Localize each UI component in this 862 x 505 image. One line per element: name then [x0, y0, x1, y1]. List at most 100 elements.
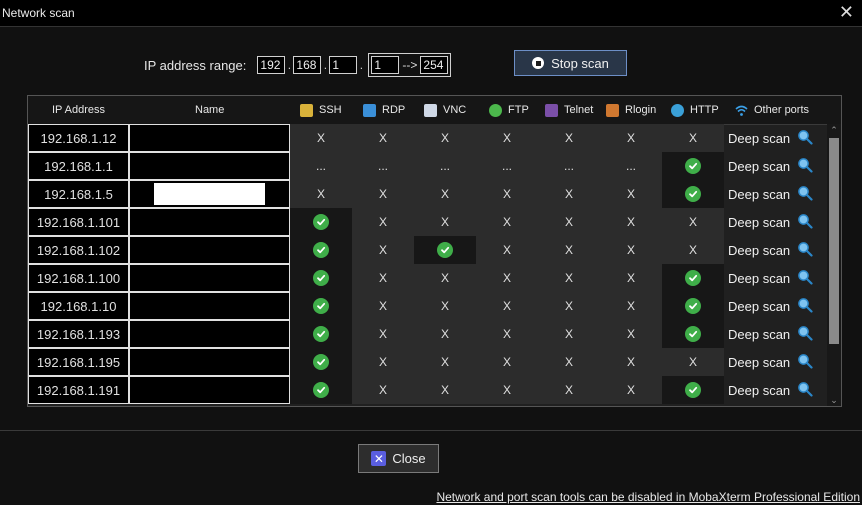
deep-scan-button[interactable]: Deep scan — [728, 124, 826, 152]
checkmark-icon — [313, 214, 329, 230]
pro-edition-link[interactable]: Network and port scan tools can be disab… — [436, 490, 860, 504]
name-cell — [129, 124, 290, 152]
deep-scan-button[interactable]: Deep scan — [728, 376, 826, 404]
scroll-up-icon[interactable]: ⌃ — [827, 124, 841, 136]
port-status-text: ... — [439, 159, 450, 173]
ip-octet-3-field[interactable] — [329, 56, 358, 74]
ssh-status-cell[interactable] — [290, 292, 352, 320]
column-header-telnet[interactable]: Telnet — [545, 96, 593, 124]
deep-scan-button[interactable]: Deep scan — [728, 320, 826, 348]
magnifier-icon — [797, 269, 813, 288]
port-status-text: X — [440, 327, 449, 341]
deep-scan-button[interactable]: Deep scan — [728, 292, 826, 320]
http-status-cell[interactable] — [662, 264, 724, 292]
window-close-icon[interactable]: ✕ — [839, 3, 854, 21]
column-header-ssh[interactable]: SSH — [300, 96, 342, 124]
telnet-status-cell: X — [538, 292, 600, 320]
ssh-status-cell[interactable] — [290, 376, 352, 404]
column-header-name[interactable]: Name — [195, 96, 224, 124]
checkmark-icon — [313, 270, 329, 286]
scroll-down-icon[interactable]: ⌄ — [827, 394, 841, 406]
port-status-text: X — [626, 271, 635, 285]
port-status-text: X — [564, 355, 573, 369]
column-header-vnc[interactable]: VNC — [424, 96, 466, 124]
checkmark-icon — [313, 354, 329, 370]
vertical-scrollbar[interactable]: ⌃ ⌄ — [827, 124, 841, 406]
rlogin-status-cell: X — [600, 376, 662, 404]
port-status-text: X — [502, 187, 511, 201]
deep-scan-button[interactable]: Deep scan — [728, 264, 826, 292]
wifi-icon — [735, 104, 748, 117]
rdp-status-cell: X — [352, 348, 414, 376]
scrollbar-thumb[interactable] — [829, 138, 839, 344]
deep-scan-button[interactable]: Deep scan — [728, 236, 826, 264]
port-status-text: X — [626, 243, 635, 257]
ip-address-cell: 192.168.1.195 — [28, 348, 129, 376]
checkmark-icon — [313, 242, 329, 258]
ssh-status-cell[interactable] — [290, 264, 352, 292]
deep-scan-button[interactable]: Deep scan — [728, 180, 826, 208]
http-status-cell[interactable] — [662, 180, 724, 208]
table-row[interactable]: 192.168.1.10 X X X X X Deep scan — [28, 292, 826, 320]
range-end-field[interactable] — [420, 56, 449, 74]
ip-address-cell: 192.168.1.102 — [28, 236, 129, 264]
table-row[interactable]: 192.168.1.12 X X X X X X X Deep scan — [28, 124, 826, 152]
ip-octet-1-field[interactable] — [257, 56, 286, 74]
ssh-status-cell[interactable] — [290, 208, 352, 236]
http-status-cell[interactable] — [662, 292, 724, 320]
deep-scan-button[interactable]: Deep scan — [728, 348, 826, 376]
deep-scan-button[interactable]: Deep scan — [728, 208, 826, 236]
rdp-status-cell: X — [352, 236, 414, 264]
column-header-telnet-label: Telnet — [564, 104, 594, 116]
name-cell — [129, 376, 290, 404]
table-row[interactable]: 192.168.1.102 X X X X X Deep scan — [28, 236, 826, 264]
close-button[interactable]: ✕ Close — [358, 444, 439, 473]
table-row[interactable]: 192.168.1.100 X X X X X Deep scan — [28, 264, 826, 292]
range-start-field[interactable] — [371, 56, 400, 74]
table-row[interactable]: 192.168.1.193 X X X X X Deep scan — [28, 320, 826, 348]
checkmark-icon — [685, 270, 701, 286]
ssh-status-cell[interactable] — [290, 348, 352, 376]
column-header-other-ports[interactable]: Other ports — [735, 96, 809, 124]
ip-octet-2-field[interactable] — [293, 56, 322, 74]
stop-scan-button[interactable]: Stop scan — [514, 50, 627, 76]
telnet-status-cell: X — [538, 180, 600, 208]
ip-address-cell: 192.168.1.10 — [28, 292, 129, 320]
ip-address-cell: 192.168.1.5 — [28, 180, 129, 208]
port-status-text: X — [378, 383, 387, 397]
checkmark-icon — [437, 242, 453, 258]
vnc-icon — [424, 103, 437, 117]
column-header-http-label: HTTP — [690, 104, 719, 116]
table-row[interactable]: 192.168.1.101 X X X X X X Deep scan — [28, 208, 826, 236]
stop-scan-label: Stop scan — [551, 55, 609, 71]
vnc-status-cell: X — [414, 376, 476, 404]
magnifier-icon — [797, 213, 813, 232]
rlogin-status-cell: X — [600, 264, 662, 292]
magnifier-icon — [797, 325, 813, 344]
column-header-rlogin[interactable]: Rlogin — [606, 96, 656, 124]
port-status-text: X — [502, 355, 511, 369]
vnc-status-cell: X — [414, 292, 476, 320]
table-row[interactable]: 192.168.1.191 X X X X X Deep scan — [28, 376, 826, 404]
table-row[interactable]: 192.168.1.5 X X X X X X Deep scan — [28, 180, 826, 208]
port-status-text: X — [626, 131, 635, 145]
http-status-cell[interactable] — [662, 320, 724, 348]
ssh-status-cell[interactable] — [290, 236, 352, 264]
column-header-http[interactable]: HTTP — [671, 96, 719, 124]
vnc-status-cell: X — [414, 320, 476, 348]
http-status-cell[interactable] — [662, 152, 724, 180]
ssh-status-cell: X — [290, 124, 352, 152]
column-header-rdp[interactable]: RDP — [363, 96, 405, 124]
column-header-ip[interactable]: IP Address — [52, 96, 105, 124]
deep-scan-button[interactable]: Deep scan — [728, 152, 826, 180]
column-header-rdp-label: RDP — [382, 104, 406, 116]
port-status-text: X — [378, 131, 387, 145]
ssh-status-cell[interactable] — [290, 320, 352, 348]
port-status-text: X — [502, 271, 511, 285]
column-header-ftp[interactable]: FTP — [489, 96, 529, 124]
vnc-status-cell[interactable] — [414, 236, 476, 264]
table-row[interactable]: 192.168.1.195 X X X X X X Deep scan — [28, 348, 826, 376]
table-row[interactable]: 192.168.1.1.................. Deep scan — [28, 152, 826, 180]
ftp-status-cell: X — [476, 292, 538, 320]
http-status-cell[interactable] — [662, 376, 724, 404]
